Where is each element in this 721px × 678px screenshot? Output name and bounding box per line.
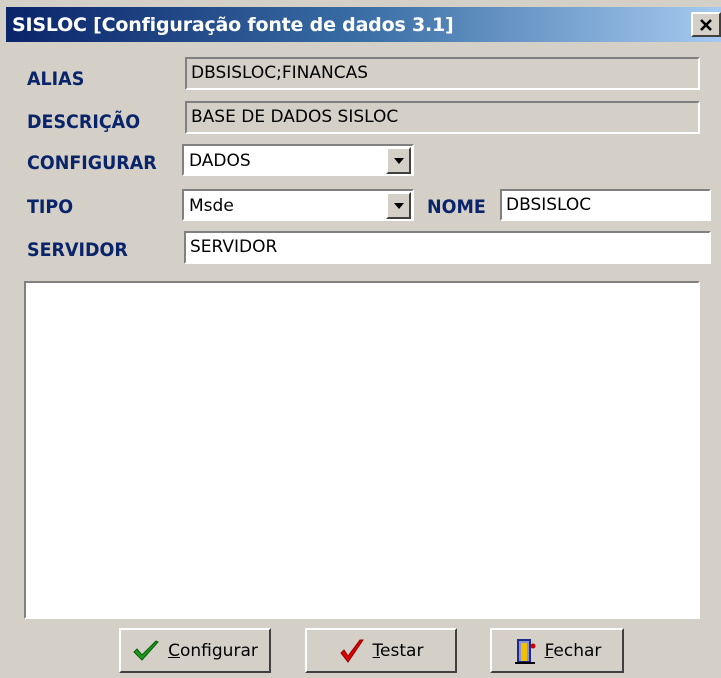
close-icon — [699, 18, 713, 32]
tipo-label: TIPO — [27, 196, 74, 218]
config-dialog: SISLOC [Configuração fonte de dados 3.1]… — [0, 0, 721, 678]
servidor-input[interactable]: SERVIDOR — [184, 231, 711, 264]
tipo-select[interactable]: Msde — [182, 189, 414, 221]
checkmark-green-icon — [132, 639, 160, 663]
window-title: SISLOC [Configuração fonte de dados 3.1] — [12, 14, 454, 36]
chevron-down-icon — [393, 202, 404, 209]
testar-button[interactable]: Testar — [305, 628, 457, 673]
configurar-label: CONFIGURAR — [27, 152, 157, 174]
configurar-select-value: DADOS — [189, 151, 251, 171]
close-button[interactable] — [691, 12, 721, 37]
nome-input[interactable]: DBSISLOC — [500, 189, 711, 221]
configurar-button[interactable]: Configurar — [119, 628, 271, 673]
alias-field: DBSISLOC;FINANCAS — [185, 57, 700, 90]
fechar-button-label: Fechar — [544, 640, 602, 661]
door-exit-icon — [513, 637, 537, 665]
fechar-button[interactable]: Fechar — [490, 628, 624, 673]
alias-label: ALIAS — [27, 68, 85, 90]
descricao-label: DESCRIÇÃO — [27, 111, 141, 133]
title-bar[interactable]: SISLOC [Configuração fonte de dados 3.1] — [6, 7, 721, 42]
checkmark-red-icon — [339, 638, 365, 664]
chevron-down-icon — [393, 157, 404, 164]
tipo-select-value: Msde — [189, 196, 234, 216]
configurar-select[interactable]: DADOS — [182, 144, 414, 176]
configurar-dropdown-button[interactable] — [386, 147, 411, 174]
testar-button-label: Testar — [372, 640, 424, 661]
descricao-field: BASE DE DADOS SISLOC — [185, 101, 700, 134]
servidor-label: SERVIDOR — [27, 239, 128, 261]
tipo-dropdown-button[interactable] — [386, 192, 411, 219]
nome-label: NOME — [427, 196, 486, 218]
configurar-button-label: Configurar — [168, 640, 258, 661]
output-memo[interactable] — [24, 281, 700, 619]
